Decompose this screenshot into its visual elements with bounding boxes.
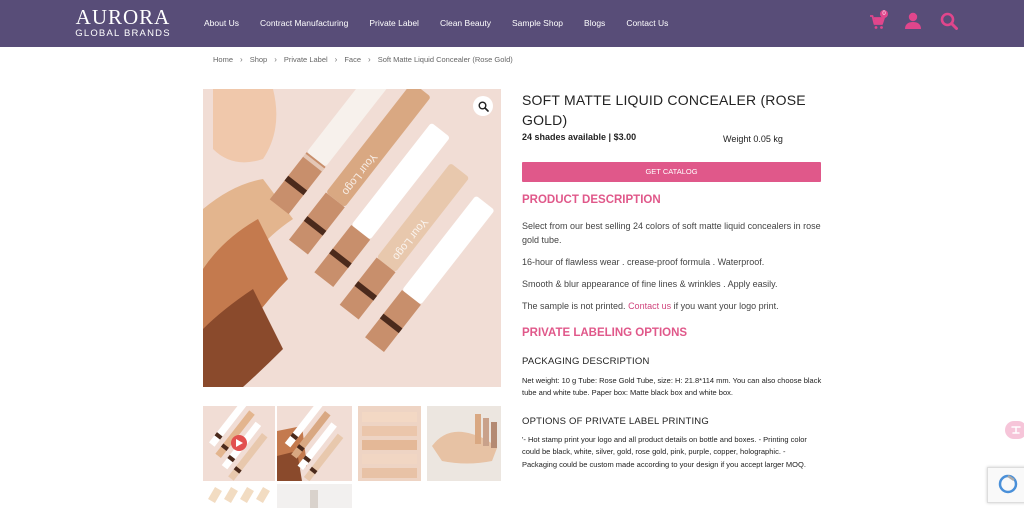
- thumbnail-6[interactable]: [277, 484, 352, 508]
- description-paragraph-4: The sample is not printed. Contact us if…: [522, 299, 822, 313]
- breadcrumb-home[interactable]: Home: [213, 55, 233, 64]
- logo-main-text: AURORA: [75, 5, 171, 29]
- nav-private-label[interactable]: Private Label: [369, 18, 419, 28]
- thumbnail-5[interactable]: [203, 484, 275, 508]
- zoom-icon[interactable]: [473, 96, 493, 116]
- contact-us-link[interactable]: Contact us: [628, 301, 671, 311]
- thumbnail-4[interactable]: [427, 406, 501, 481]
- description-paragraph-3: Smooth & blur appearance of fine lines &…: [522, 279, 778, 289]
- user-icon[interactable]: [904, 12, 922, 35]
- floating-chat-icon[interactable]: [1005, 421, 1024, 439]
- breadcrumb-shop[interactable]: Shop: [250, 55, 268, 64]
- product-title: SOFT MATTE LIQUID CONCEALER (ROSE GOLD): [522, 92, 806, 128]
- thumbnail-video[interactable]: [203, 406, 275, 481]
- description-paragraph-2: 16-hour of flawless wear . crease-proof …: [522, 257, 765, 267]
- breadcrumb-separator-icon: ›: [368, 55, 371, 64]
- printing-options-heading: OPTIONS OF PRIVATE LABEL PRINTING: [522, 416, 709, 427]
- site-header: AURORA GLOBAL BRANDS About Us Contract M…: [0, 0, 1024, 47]
- thumbnail-2[interactable]: [277, 406, 352, 481]
- nav-contact-us[interactable]: Contact Us: [626, 18, 668, 28]
- breadcrumb-face[interactable]: Face: [344, 55, 361, 64]
- breadcrumb-separator-icon: ›: [334, 55, 338, 64]
- private-labeling-heading: PRIVATE LABELING OPTIONS: [522, 327, 688, 339]
- breadcrumb: Home › Shop › Private Label › Face › Sof…: [213, 55, 513, 64]
- product-description-heading: PRODUCT DESCRIPTION: [522, 194, 661, 206]
- main-nav: About Us Contract Manufacturing Private …: [204, 18, 668, 28]
- description-p4-text-after: if you want your logo print.: [671, 301, 779, 311]
- logo-sub-text: GLOBAL BRANDS: [75, 28, 171, 39]
- breadcrumb-separator-icon: ›: [274, 55, 277, 64]
- search-icon[interactable]: [940, 12, 958, 35]
- nav-clean-beauty[interactable]: Clean Beauty: [440, 18, 491, 28]
- product-main-image[interactable]: Your Logo Your Logo: [203, 89, 501, 387]
- description-p4-text: The sample is not printed.: [522, 301, 629, 311]
- description-paragraph-1: Select from our best selling 24 colors o…: [522, 221, 821, 245]
- product-weight: Weight 0.05 kg: [723, 134, 783, 144]
- thumbnail-3[interactable]: [358, 406, 421, 481]
- nav-sample-shop[interactable]: Sample Shop: [512, 18, 563, 28]
- packaging-description-heading: PACKAGING DESCRIPTION: [522, 356, 650, 367]
- printing-options-text: '- Hot stamp print your logo and all pro…: [522, 435, 807, 469]
- nav-about-us[interactable]: About Us: [204, 18, 239, 28]
- breadcrumb-current: Soft Matte Liquid Concealer (Rose Gold): [377, 55, 513, 64]
- breadcrumb-separator-icon: ›: [240, 55, 243, 64]
- cart-count-badge: 0: [880, 10, 888, 18]
- breadcrumb-private-label[interactable]: Private Label: [284, 55, 328, 64]
- nav-blogs[interactable]: Blogs: [584, 18, 605, 28]
- site-logo[interactable]: AURORA GLOBAL BRANDS: [68, 6, 178, 40]
- product-price-line: 24 shades available | $3.00: [522, 132, 637, 142]
- get-catalog-button[interactable]: GET CATALOG: [522, 162, 821, 182]
- packaging-description-text: Net weight: 10 g Tube: Rose Gold Tube, s…: [522, 376, 822, 398]
- recaptcha-badge[interactable]: [987, 467, 1024, 503]
- nav-contract-manufacturing[interactable]: Contract Manufacturing: [260, 18, 348, 28]
